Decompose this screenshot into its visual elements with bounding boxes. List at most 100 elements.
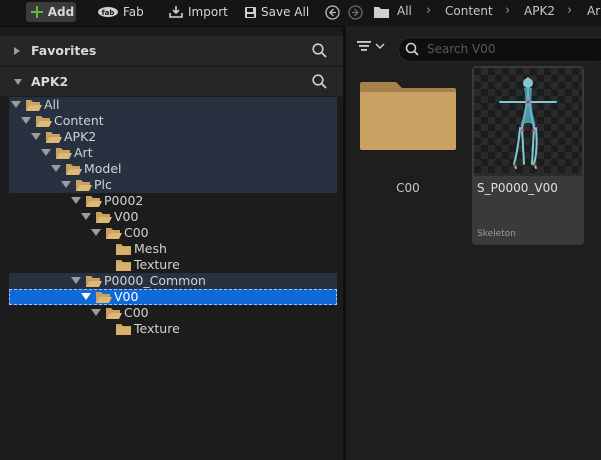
chevron-down-icon bbox=[31, 133, 41, 140]
tree-item-label: P0002 bbox=[104, 193, 144, 208]
tree-item-label: All bbox=[44, 97, 60, 112]
toolbar: Add fab Fab Import Save All All › Conten… bbox=[0, 0, 601, 27]
tree-item-texture[interactable]: Texture bbox=[9, 257, 337, 273]
asset-type-label: Skeleton bbox=[477, 229, 516, 239]
tree-item-content[interactable]: Content bbox=[9, 113, 337, 129]
import-label: Import bbox=[188, 5, 228, 19]
tree-item-art[interactable]: Art bbox=[9, 145, 337, 161]
chevron-right-icon: › bbox=[426, 3, 432, 18]
favorites-label: Favorites bbox=[31, 43, 97, 58]
tree-item-v00[interactable]: V00 bbox=[9, 209, 337, 225]
tree-item-label: V00 bbox=[114, 209, 139, 224]
tree-item-label: Art bbox=[74, 145, 93, 160]
tree-item-p0000-common[interactable]: P0000_Common bbox=[9, 273, 337, 289]
tree-item-c00[interactable]: C00 bbox=[9, 305, 337, 321]
chevron-right-icon bbox=[14, 46, 20, 55]
tree-item-label: V00 bbox=[114, 289, 139, 304]
forward-arrow-icon[interactable] bbox=[348, 5, 363, 20]
folder-icon bbox=[116, 244, 131, 255]
breadcrumb-art[interactable]: Ar bbox=[587, 4, 600, 18]
search-icon bbox=[405, 42, 419, 56]
tree-item-texture[interactable]: Texture bbox=[9, 321, 337, 337]
tree-item-label: C00 bbox=[124, 225, 149, 240]
import-button[interactable]: Import bbox=[168, 2, 228, 22]
chevron-down-icon bbox=[41, 149, 51, 156]
project-label: APK2 bbox=[31, 74, 69, 89]
save-all-label: Save All bbox=[261, 5, 310, 19]
chevron-down-icon bbox=[14, 78, 22, 85]
tree-item-label: Mesh bbox=[134, 241, 167, 256]
asset-tile-folder[interactable]: C00 bbox=[358, 78, 458, 202]
tree-item-apk2[interactable]: APK2 bbox=[9, 129, 337, 145]
folder-open-icon bbox=[106, 228, 122, 239]
filter-button[interactable] bbox=[356, 39, 388, 56]
tree-item-p0002[interactable]: P0002 bbox=[9, 193, 337, 209]
search-input[interactable] bbox=[425, 41, 599, 57]
folder-open-icon bbox=[96, 292, 112, 303]
breadcrumb-all[interactable]: All bbox=[397, 4, 412, 18]
tree-item-plc[interactable]: Plc bbox=[9, 177, 337, 193]
chevron-down-icon bbox=[71, 277, 81, 284]
fab-label: Fab bbox=[123, 5, 144, 19]
chevron-right-icon: › bbox=[567, 3, 573, 18]
folder-open-icon bbox=[86, 276, 102, 287]
chevron-down-icon bbox=[11, 101, 21, 108]
tree-item-label: C00 bbox=[124, 305, 149, 320]
chevron-down-icon bbox=[21, 117, 31, 124]
project-header[interactable]: APK2 bbox=[0, 67, 343, 96]
folder-open-icon bbox=[106, 308, 122, 319]
tree-item-label: Model bbox=[84, 161, 122, 176]
tree-item-mesh[interactable]: Mesh bbox=[9, 241, 337, 257]
tree-item-label: Content bbox=[54, 113, 104, 128]
tree-item-model[interactable]: Model bbox=[9, 161, 337, 177]
chevron-right-icon: › bbox=[505, 3, 511, 18]
folder-icon bbox=[116, 260, 131, 271]
import-icon bbox=[169, 6, 183, 18]
folder-open-icon bbox=[26, 100, 42, 111]
svg-text:fab: fab bbox=[102, 9, 115, 17]
add-button[interactable]: Add bbox=[26, 2, 76, 22]
save-icon bbox=[245, 6, 256, 18]
search-icon[interactable] bbox=[312, 74, 327, 89]
folder-open-icon bbox=[56, 148, 72, 159]
tree-item-label: Texture bbox=[134, 321, 180, 336]
skeleton-icon bbox=[499, 77, 557, 169]
breadcrumb-apk2[interactable]: APK2 bbox=[524, 4, 555, 18]
search-box[interactable] bbox=[398, 37, 601, 62]
chevron-down-icon bbox=[91, 229, 101, 236]
tree-item-label: Texture bbox=[134, 257, 180, 272]
breadcrumb-content[interactable]: Content bbox=[445, 4, 493, 18]
chevron-down-icon bbox=[81, 293, 91, 300]
asset-type-bar bbox=[474, 173, 582, 176]
folder-icon bbox=[374, 7, 389, 18]
chevron-down-icon bbox=[51, 165, 61, 172]
tree-item-label: Plc bbox=[94, 177, 112, 192]
chevron-down-icon bbox=[61, 181, 71, 188]
chevron-down-icon bbox=[91, 309, 101, 316]
asset-tile-skeleton[interactable]: S_P0000_V00 Skeleton bbox=[472, 66, 584, 245]
tree-item-label: APK2 bbox=[64, 129, 97, 144]
save-all-button[interactable]: Save All bbox=[244, 2, 309, 22]
folder-icon bbox=[116, 324, 131, 335]
back-arrow-icon[interactable] bbox=[325, 5, 340, 20]
folder-open-icon bbox=[86, 196, 102, 207]
skeleton-thumbnail bbox=[474, 68, 582, 173]
chevron-down-icon bbox=[81, 213, 91, 220]
fab-icon: fab bbox=[98, 7, 118, 17]
chevron-down-icon bbox=[71, 197, 81, 204]
folder-open-icon bbox=[76, 180, 92, 191]
plus-icon bbox=[30, 6, 43, 18]
folder-icon bbox=[360, 82, 456, 150]
folder-open-icon bbox=[36, 116, 52, 127]
search-icon[interactable] bbox=[312, 43, 327, 58]
tree-item-c00[interactable]: C00 bbox=[9, 225, 337, 241]
favorites-header[interactable]: Favorites bbox=[0, 36, 343, 65]
filter-icon bbox=[357, 41, 385, 51]
folder-open-icon bbox=[46, 132, 62, 143]
folder-open-icon bbox=[66, 164, 82, 175]
asset-name: C00 bbox=[396, 181, 420, 195]
folder-open-icon bbox=[96, 212, 112, 223]
fab-button[interactable]: fab Fab bbox=[97, 2, 144, 22]
tree-item-v00-selected[interactable]: V00 bbox=[9, 289, 337, 305]
tree-item-all[interactable]: All bbox=[9, 97, 337, 113]
